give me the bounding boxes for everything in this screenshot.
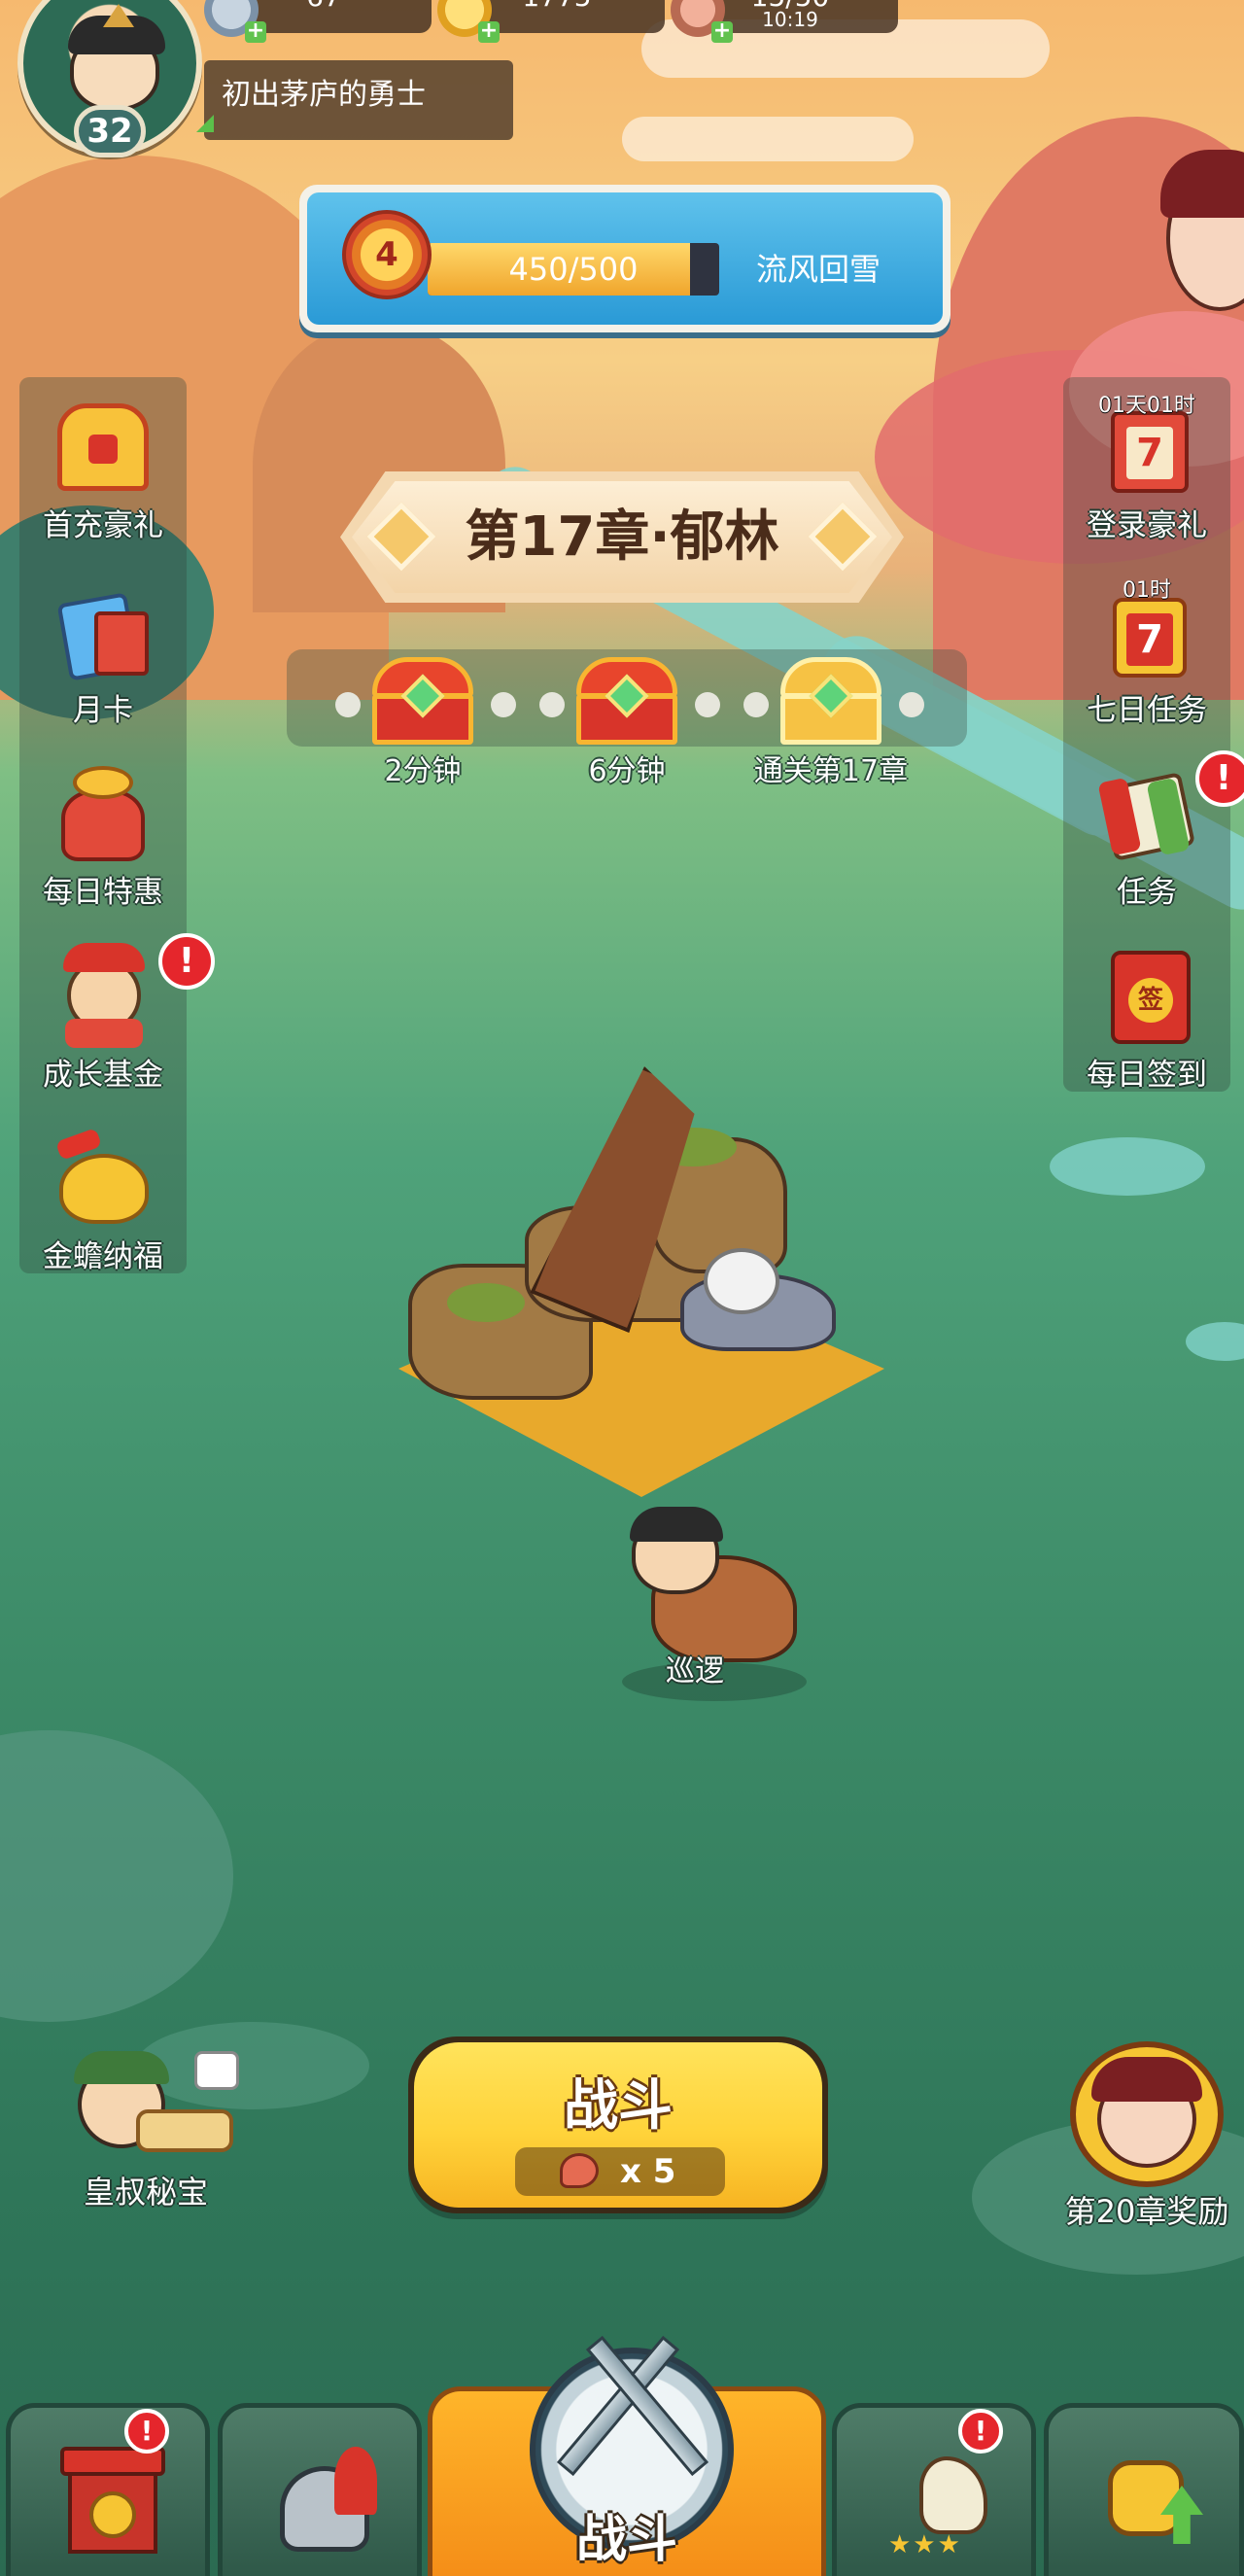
reward-chest-2min[interactable] [372,657,473,745]
nav-tab-shop[interactable] [6,2403,210,2576]
seven-day-icon: 7 01时 [1093,578,1200,685]
hero-portrait-icon [68,16,165,111]
menu-daily-sign-in[interactable]: 签 每日签到 [1064,943,1229,1094]
player-level-badge: 32 [74,105,146,157]
uncle-treasure-icon [49,2051,243,2168]
shop-alert-badge: ! [124,2409,169,2454]
menu-monthly-card[interactable]: 月卡 [20,578,186,729]
add-shield-button[interactable]: + [245,20,266,43]
resource-gold[interactable]: + 1775 [437,0,665,43]
meat-icon [560,2153,599,2188]
menu-daily-deal[interactable]: 每日特惠 [20,760,186,911]
rank-progress-text: 450/500 [508,251,639,288]
resource-meat[interactable]: + 15/50 10:19 [671,0,898,43]
menu-label: 七日任务 [1087,693,1207,728]
nav-tab-battle[interactable]: 战斗 [428,2335,826,2576]
scroll-icon [1093,760,1200,867]
battle-button[interactable]: 战斗 x 5 [408,2036,828,2213]
chest-label: 通关第17章 [753,754,909,788]
heroes-alert-badge: ! [958,2409,1003,2454]
meat-value: 15/50 [682,0,898,11]
track-dot [335,692,361,717]
seven-day-timer: 01时 [1123,578,1171,603]
rank-medal-icon: 4 [342,210,432,299]
menu-first-recharge[interactable]: 首充豪礼 [20,394,186,544]
menu-label: 成长基金 [43,1058,163,1093]
menu-label: 金蟾纳福 [43,1239,163,1274]
menu-login-reward[interactable]: 7 01天01时 登录豪礼 [1064,394,1229,544]
gift-bag-icon [50,760,156,867]
helmet-icon [266,2447,383,2554]
chest-label: 2分钟 [384,754,462,788]
menu-label: 每日签到 [1087,1058,1207,1093]
hero-status-label: 巡逻 [666,1654,724,1688]
growth-fund-alert-badge: ! [158,933,215,990]
quests-alert-badge: ! [1195,750,1244,807]
battle-cost-text: x 5 [620,2152,676,2191]
menu-label: 首充豪礼 [43,508,163,543]
track-dot [539,692,565,717]
nav-tab-heroes[interactable]: ★★★ [832,2403,1036,2576]
gold-chest-icon [50,394,156,501]
nav-tab-upgrade[interactable] [1044,2403,1244,2576]
reward-chest-chapter-clear[interactable] [780,657,881,745]
track-dot [743,692,769,717]
sign-in-envelope-icon: 签 [1093,943,1200,1050]
calendar-card-icon [50,578,156,685]
gold-value: 1775 [449,0,665,11]
fist-arrow-icon [1092,2447,1209,2554]
track-dot [491,692,516,717]
chapter-reward-character-icon [1064,2041,1229,2187]
battle-cost: x 5 [515,2147,725,2196]
stage-island[interactable] [389,1147,904,1526]
player-title: 初出茅庐的勇士 [204,60,513,140]
rank-number: 4 [375,235,398,274]
battle-button-label: 战斗 [564,2074,673,2138]
rank-name: 流风回雪 [756,251,881,288]
rank-progress-bar: 450/500 [428,243,719,296]
uncle-treasure-button[interactable]: 皇叔秘宝 [39,2051,253,2212]
menu-label: 每日特惠 [43,875,163,910]
resource-shield[interactable]: + 67 [204,0,432,43]
track-dot [695,692,720,717]
menu-label: 登录豪礼 [1087,508,1207,543]
reward-chest-6min[interactable] [576,657,677,745]
golden-toad-icon [50,1125,156,1232]
add-gold-button[interactable]: + [478,20,500,43]
track-dot [899,692,924,717]
chest-label: 6分钟 [588,754,666,788]
enemy-beast [680,1248,836,1351]
wing-stars-icon: ★★★ [881,2447,997,2559]
chapter20-reward-button[interactable]: 第20章奖励 [1050,2041,1244,2232]
menu-seven-day-quest[interactable]: 7 01时 七日任务 [1064,578,1229,729]
fortune-god-icon [50,943,156,1050]
menu-golden-toad[interactable]: 金蟾纳福 [20,1125,186,1275]
shield-value: 67 [216,0,432,11]
gate-coin-icon [54,2447,171,2554]
menu-label: 月卡 [73,693,133,728]
chapter20-reward-label: 第20章奖励 [1064,2193,1229,2230]
nav-battle-label: 战斗 [575,2511,677,2569]
nav-tab-equipment[interactable] [218,2403,422,2576]
menu-label: 任务 [1117,875,1177,910]
calendar-seven-icon: 7 01天01时 [1093,394,1200,501]
login-reward-timer: 01天01时 [1098,394,1195,418]
hero-icon [630,1507,723,1594]
uncle-treasure-label: 皇叔秘宝 [83,2174,208,2210]
rank-progress-panel[interactable]: 450/500 4 流风回雪 [299,185,950,332]
meat-timer: 10:19 [762,8,818,31]
